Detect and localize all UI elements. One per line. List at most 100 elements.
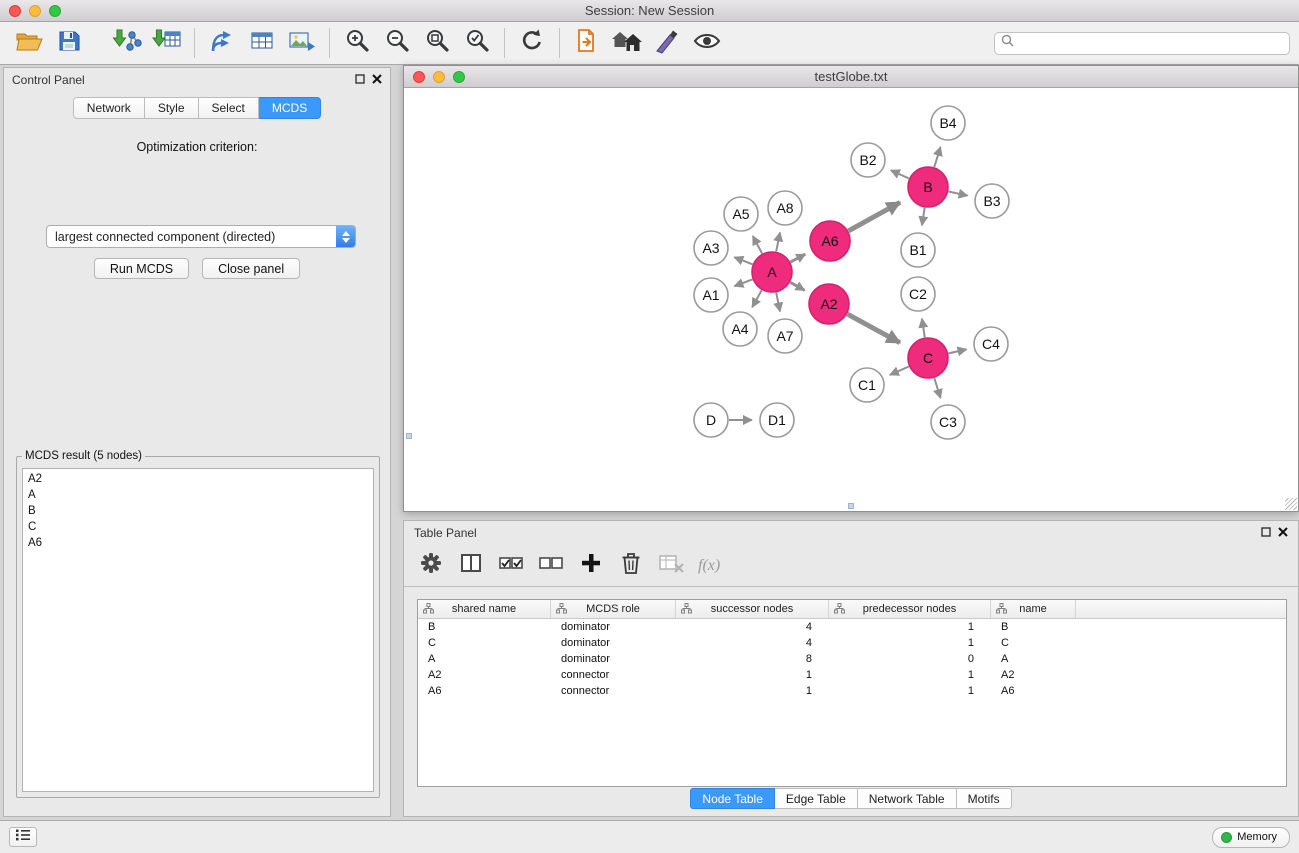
mcds-result-list[interactable]: A2ABCA6 [22, 468, 374, 792]
float-panel-icon[interactable] [355, 73, 365, 87]
graph-edge-A-A5[interactable] [753, 236, 762, 254]
graph-edge-A-A4[interactable] [752, 290, 762, 307]
tab-node-table[interactable]: Node Table [690, 788, 775, 809]
graph-edge-A6-B[interactable] [848, 202, 900, 231]
graph-node-A4[interactable]: A4 [723, 312, 757, 346]
column-header-MCDS-role[interactable]: MCDS role [551, 600, 676, 618]
graph-node-A7[interactable]: A7 [768, 319, 802, 353]
graph-node-A6[interactable]: A6 [810, 221, 850, 261]
zoom-fit-button[interactable] [417, 25, 457, 61]
graph-node-B3[interactable]: B3 [975, 184, 1009, 218]
graph-edge-C-C3[interactable] [934, 378, 940, 398]
graph-node-C3[interactable]: C3 [931, 405, 965, 439]
memory-button[interactable]: Memory [1212, 827, 1290, 848]
close-panel-button[interactable]: Close panel [202, 258, 300, 279]
graph-edge-B-B4[interactable] [934, 147, 940, 167]
close-network-button[interactable] [413, 71, 425, 83]
home-view-button[interactable] [607, 25, 647, 61]
run-mcds-button[interactable]: Run MCDS [94, 258, 189, 279]
float-table-panel-icon[interactable] [1261, 526, 1271, 540]
mcds-result-item[interactable]: A6 [23, 535, 373, 551]
function-builder-button[interactable]: f(x) [698, 557, 720, 575]
control-tab-mcds[interactable]: MCDS [259, 97, 321, 119]
table-row[interactable]: Adominator80A [418, 651, 1286, 667]
delete-column-button[interactable] [614, 549, 648, 583]
new-network-button[interactable] [202, 25, 242, 61]
column-header-successor-nodes[interactable]: successor nodes [676, 600, 829, 618]
save-session-button[interactable] [49, 25, 89, 61]
network-canvas[interactable]: B4B2BB3A5A8A6B1A3AC2A1A2A4A7C4CC1C3DD1 [404, 88, 1298, 511]
create-column-button[interactable] [574, 549, 608, 583]
show-columns-button[interactable] [454, 549, 488, 583]
graph-node-A[interactable]: A [752, 252, 792, 292]
task-history-button[interactable] [9, 827, 37, 847]
graph-edge-A-A2[interactable] [790, 282, 804, 290]
graph-edge-B-B1[interactable] [922, 208, 925, 226]
graph-edge-A-A8[interactable] [776, 233, 780, 252]
graph-node-B[interactable]: B [908, 167, 948, 207]
graph-node-B1[interactable]: B1 [901, 233, 935, 267]
zoom-out-button[interactable] [377, 25, 417, 61]
search-input[interactable] [1018, 36, 1283, 50]
table-row[interactable]: Cdominator41C [418, 635, 1286, 651]
graph-edge-A-A1[interactable] [734, 279, 752, 286]
graph-node-A2[interactable]: A2 [809, 284, 849, 324]
criterion-dropdown[interactable]: largest connected component (directed) [46, 225, 356, 248]
graph-node-C4[interactable]: C4 [974, 327, 1008, 361]
graph-node-B2[interactable]: B2 [851, 143, 885, 177]
close-table-panel-icon[interactable] [1278, 526, 1288, 540]
graph-node-D[interactable]: D [694, 403, 728, 437]
mcds-result-item[interactable]: A [23, 487, 373, 503]
graph-edge-C-C2[interactable] [922, 319, 925, 338]
graph-edge-A-A7[interactable] [776, 293, 780, 312]
table-row[interactable]: A2connector11A2 [418, 667, 1286, 683]
control-tab-network[interactable]: Network [73, 97, 145, 119]
minimize-network-button[interactable] [433, 71, 445, 83]
graph-edge-A2-C[interactable] [847, 314, 900, 343]
graph-edge-A-A6[interactable] [791, 254, 806, 262]
zoom-selected-button[interactable] [457, 25, 497, 61]
graph-edge-B-B2[interactable] [891, 170, 909, 178]
select-all-columns-button[interactable] [494, 549, 528, 583]
close-window-button[interactable] [9, 5, 21, 17]
resize-grip[interactable] [1285, 498, 1297, 510]
tab-motifs[interactable]: Motifs [957, 788, 1012, 809]
mcds-result-item[interactable]: C [23, 519, 373, 535]
table-settings-button[interactable] [414, 549, 448, 583]
graph-edge-C-C4[interactable] [949, 349, 967, 353]
style-brush-button[interactable] [647, 25, 687, 61]
control-tab-select[interactable]: Select [199, 97, 259, 119]
new-table-button[interactable] [242, 25, 282, 61]
column-header-predecessor-nodes[interactable]: predecessor nodes [829, 600, 991, 618]
import-network-button[interactable] [107, 25, 147, 61]
control-tab-style[interactable]: Style [145, 97, 199, 119]
unselect-all-columns-button[interactable] [534, 549, 568, 583]
network-window-titlebar[interactable]: testGlobe.txt [404, 66, 1298, 88]
network-from-clipboard-button[interactable] [567, 25, 607, 61]
table-row[interactable]: A6connector11A6 [418, 683, 1286, 699]
close-panel-icon[interactable] [372, 73, 382, 87]
open-session-button[interactable] [9, 25, 49, 61]
graph-edge-C-C1[interactable] [890, 367, 909, 375]
show-graphics-button[interactable] [687, 25, 727, 61]
graph-node-A1[interactable]: A1 [694, 278, 728, 312]
graph-node-A8[interactable]: A8 [768, 191, 802, 225]
zoom-in-button[interactable] [337, 25, 377, 61]
column-header-shared-name[interactable]: shared name [418, 600, 551, 618]
import-table-button[interactable] [147, 25, 187, 61]
graph-node-D1[interactable]: D1 [760, 403, 794, 437]
zoom-network-button[interactable] [453, 71, 465, 83]
mcds-result-item[interactable]: A2 [23, 471, 373, 487]
tab-edge-table[interactable]: Edge Table [775, 788, 858, 809]
graph-edge-A-A3[interactable] [734, 257, 752, 264]
mcds-result-item[interactable]: B [23, 503, 373, 519]
table-row[interactable]: Bdominator41B [418, 619, 1286, 635]
delete-table-button[interactable] [654, 549, 688, 583]
export-image-button[interactable] [282, 25, 322, 61]
graph-node-C[interactable]: C [908, 338, 948, 378]
graph-node-C1[interactable]: C1 [850, 368, 884, 402]
zoom-window-button[interactable] [49, 5, 61, 17]
graph-node-A3[interactable]: A3 [694, 231, 728, 265]
graph-node-A5[interactable]: A5 [724, 197, 758, 231]
graph-node-B4[interactable]: B4 [931, 106, 965, 140]
